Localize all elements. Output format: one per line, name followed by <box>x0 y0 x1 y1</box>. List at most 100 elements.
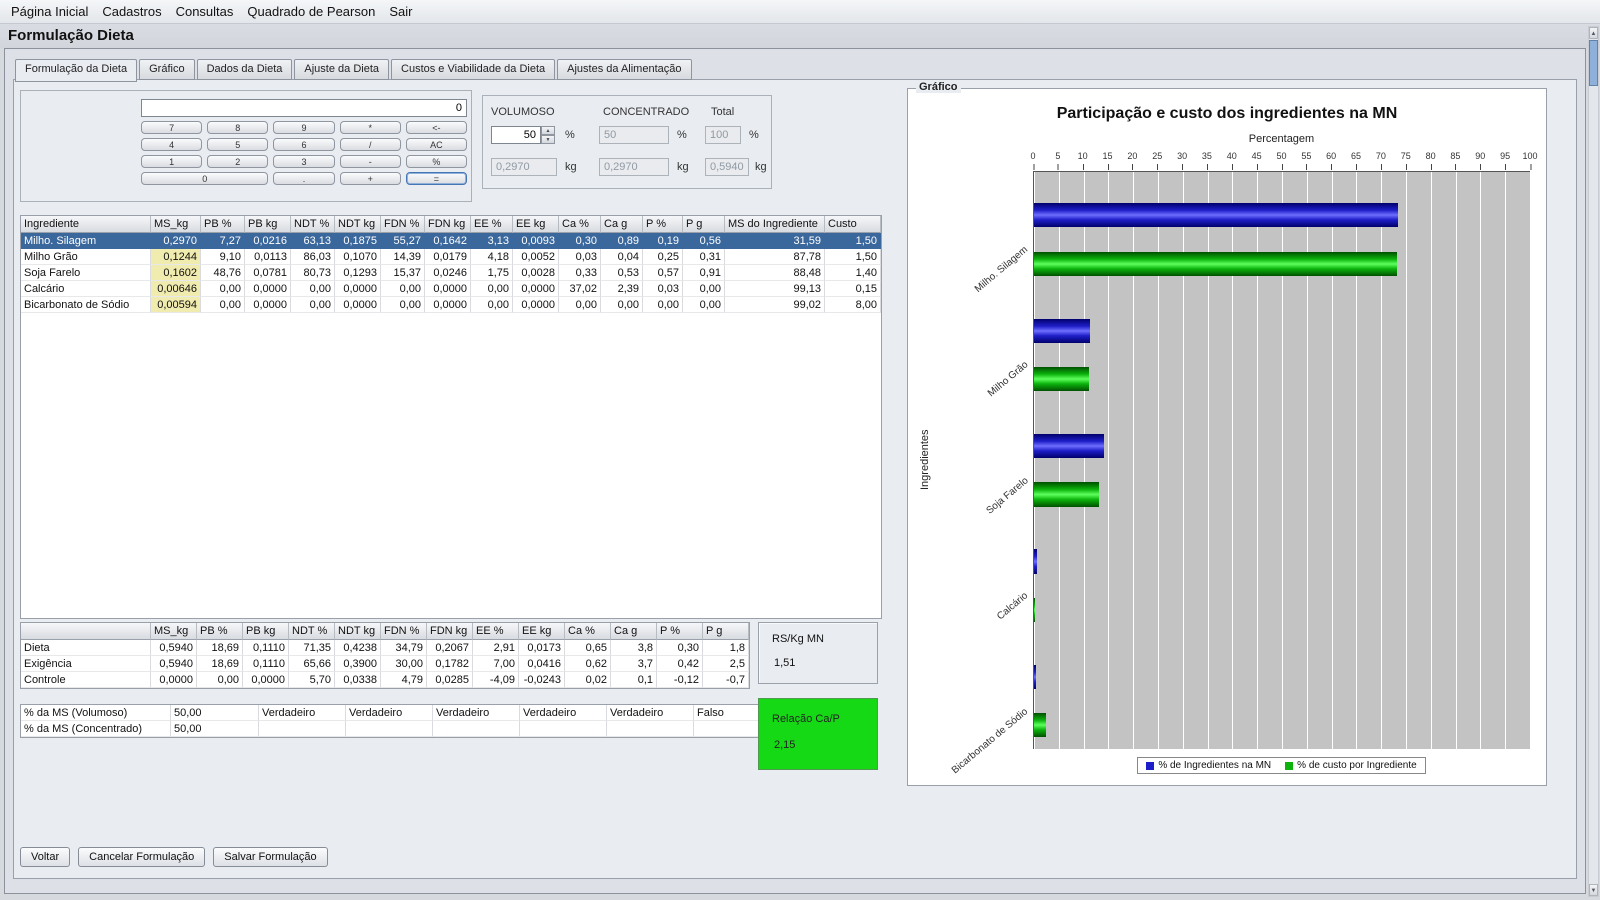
calc-key-3[interactable]: 3 <box>273 155 334 168</box>
column-header[interactable]: P g <box>703 623 749 640</box>
column-header[interactable]: PB kg <box>245 216 291 233</box>
scroll-up-icon[interactable]: ▲ <box>1589 27 1598 39</box>
column-header[interactable]: P g <box>683 216 725 233</box>
cancelar-formulacao-button[interactable]: Cancelar Formulação <box>78 847 205 867</box>
participation-bar <box>1034 665 1036 689</box>
table-row[interactable]: Controle0,00000,000,00005,700,03384,790,… <box>21 672 749 688</box>
calc-key-0[interactable]: 0 <box>141 172 268 185</box>
menu-cadastros[interactable]: Cadastros <box>95 2 168 21</box>
scrollbar-thumb[interactable] <box>1589 40 1598 86</box>
calc-key-4[interactable]: 4 <box>141 138 202 151</box>
table-cell: 0,00 <box>197 672 243 688</box>
table-cell: 8,00 <box>825 297 881 313</box>
column-header[interactable]: PB % <box>197 623 243 640</box>
table-cell: 4,18 <box>471 249 513 265</box>
tab-dados-da-dieta[interactable]: Dados da Dieta <box>197 59 293 80</box>
column-header[interactable]: Ca g <box>611 623 657 640</box>
column-header[interactable]: NDT kg <box>335 623 381 640</box>
spinner-up-icon[interactable]: ▲ <box>541 126 555 135</box>
column-header[interactable]: P % <box>643 216 683 233</box>
calc-key-/[interactable]: / <box>340 138 401 151</box>
calc-key-*[interactable]: * <box>340 121 401 134</box>
menu-sair[interactable]: Sair <box>382 2 419 21</box>
column-header[interactable]: MS_kg <box>151 216 201 233</box>
cost-bar <box>1034 367 1089 391</box>
table-cell: 0,56 <box>683 233 725 249</box>
calc-key-5[interactable]: 5 <box>207 138 268 151</box>
table-cell: Soja Farelo <box>21 265 151 281</box>
column-header[interactable]: MS do Ingrediente <box>725 216 825 233</box>
calc-key-%[interactable]: % <box>406 155 467 168</box>
tab-grafico[interactable]: Gráfico <box>139 59 194 80</box>
calculator-display[interactable] <box>141 99 467 117</box>
tab-ajustes-da-alimentacao[interactable]: Ajustes da Alimentação <box>557 59 691 80</box>
participation-bar <box>1034 203 1398 227</box>
column-header[interactable]: FDN kg <box>427 623 473 640</box>
column-header[interactable]: NDT % <box>289 623 335 640</box>
column-header[interactable]: MS_kg <box>151 623 197 640</box>
calc-key-1[interactable]: 1 <box>141 155 202 168</box>
column-header[interactable]: Ca % <box>559 216 601 233</box>
calc-key-9[interactable]: 9 <box>273 121 334 134</box>
vertical-scrollbar[interactable]: ▲ ▼ <box>1588 26 1599 897</box>
table-cell: 0,0000 <box>151 672 197 688</box>
tab-custos-e-viabilidade[interactable]: Custos e Viabilidade da Dieta <box>391 59 555 80</box>
column-header[interactable]: Ca % <box>565 623 611 640</box>
column-header[interactable]: P % <box>657 623 703 640</box>
column-header[interactable]: EE % <box>473 623 519 640</box>
table-cell: 87,78 <box>725 249 825 265</box>
calc-key-+[interactable]: + <box>340 172 401 185</box>
tab-formulacao-da-dieta[interactable]: Formulação da Dieta <box>15 59 137 82</box>
column-header[interactable]: FDN % <box>381 216 425 233</box>
calc-key--[interactable]: - <box>340 155 401 168</box>
volumoso-percent-input[interactable] <box>491 126 541 144</box>
column-header[interactable]: PB % <box>201 216 245 233</box>
spinner-down-icon[interactable]: ▼ <box>541 135 555 144</box>
column-header[interactable]: EE kg <box>513 216 559 233</box>
column-header[interactable]: EE kg <box>519 623 565 640</box>
volumoso-percent-unit: % <box>565 129 575 141</box>
table-cell: 37,02 <box>559 281 601 297</box>
column-header[interactable]: Custo <box>825 216 881 233</box>
table-row[interactable]: Dieta0,594018,690,111071,350,423834,790,… <box>21 640 749 656</box>
calc-key-.[interactable]: . <box>273 172 334 185</box>
menu-pagina-inicial[interactable]: Página Inicial <box>4 2 95 21</box>
table-cell: 0,1602 <box>151 265 201 281</box>
table-row[interactable]: Milho. Silagem0,29707,270,021663,130,187… <box>21 233 881 249</box>
tab-ajuste-da-dieta[interactable]: Ajuste da Dieta <box>294 59 389 80</box>
table-row[interactable]: % da MS (Volumoso)50,00VerdadeiroVerdade… <box>21 705 781 721</box>
scroll-down-icon[interactable]: ▼ <box>1589 884 1598 896</box>
calc-key-8[interactable]: 8 <box>207 121 268 134</box>
column-header[interactable] <box>21 623 151 640</box>
table-cell: 86,03 <box>291 249 335 265</box>
volumoso-kg-unit: kg <box>565 161 577 173</box>
table-row[interactable]: Bicarbonato de Sódio0,005940,000,00000,0… <box>21 297 881 313</box>
x-axis-tick: 85 <box>1450 151 1460 161</box>
salvar-formulacao-button[interactable]: Salvar Formulação <box>213 847 327 867</box>
calc-key-7[interactable]: 7 <box>141 121 202 134</box>
table-row[interactable]: Milho Grão0,12449,100,011386,030,107014,… <box>21 249 881 265</box>
table-cell: 0,0000 <box>513 281 559 297</box>
column-header[interactable]: Ingrediente <box>21 216 151 233</box>
column-header[interactable]: NDT % <box>291 216 335 233</box>
table-row[interactable]: % da MS (Concentrado)50,00 <box>21 721 781 737</box>
column-header[interactable]: NDT kg <box>335 216 381 233</box>
calc-key-6[interactable]: 6 <box>273 138 334 151</box>
calc-key-2[interactable]: 2 <box>207 155 268 168</box>
column-header[interactable]: Ca g <box>601 216 643 233</box>
table-row[interactable]: Calcário0,006460,000,00000,000,00000,000… <box>21 281 881 297</box>
calc-key-=[interactable]: = <box>406 172 467 185</box>
column-header[interactable]: PB kg <box>243 623 289 640</box>
x-axis-tick: 75 <box>1401 151 1411 161</box>
column-header[interactable]: FDN kg <box>425 216 471 233</box>
table-row[interactable]: Exigência0,594018,690,111065,660,390030,… <box>21 656 749 672</box>
total-percent-unit: % <box>749 129 759 141</box>
calc-key-AC[interactable]: AC <box>406 138 467 151</box>
menu-consultas[interactable]: Consultas <box>169 2 241 21</box>
table-row[interactable]: Soja Farelo0,160248,760,078180,730,12931… <box>21 265 881 281</box>
column-header[interactable]: FDN % <box>381 623 427 640</box>
column-header[interactable]: EE % <box>471 216 513 233</box>
voltar-button[interactable]: Voltar <box>20 847 70 867</box>
calc-key-<-[interactable]: <- <box>406 121 467 134</box>
menu-quadrado-de-pearson[interactable]: Quadrado de Pearson <box>240 2 382 21</box>
